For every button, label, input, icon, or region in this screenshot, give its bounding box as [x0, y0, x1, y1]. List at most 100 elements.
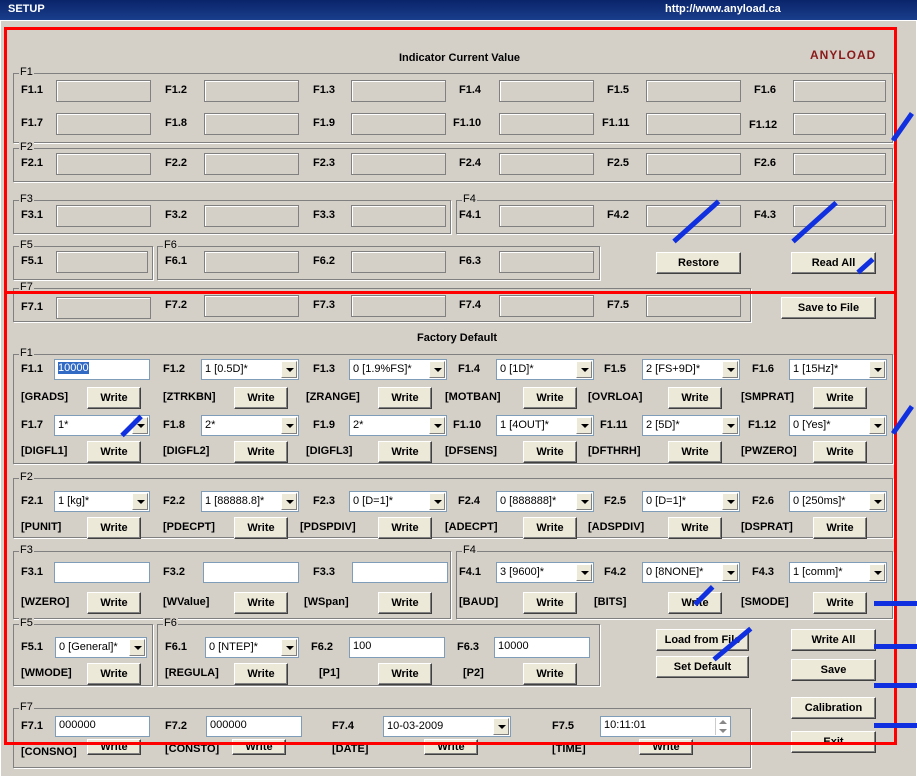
write-f4-2-button[interactable]: Write: [668, 592, 722, 614]
factory-f7-2-input[interactable]: 000000: [206, 716, 302, 737]
write-f1-3-button[interactable]: Write: [378, 387, 432, 409]
save-button[interactable]: Save: [791, 659, 876, 681]
chevron-down-icon[interactable]: [281, 639, 297, 656]
factory-f2-2-select[interactable]: 1 [88888.8]*: [201, 491, 299, 512]
write-f1-12-button[interactable]: Write: [813, 441, 867, 463]
read-all-button[interactable]: Read All: [791, 252, 876, 274]
chevron-down-icon[interactable]: [576, 493, 592, 510]
write-f1-7-button[interactable]: Write: [87, 441, 141, 463]
chevron-down-icon[interactable]: [722, 564, 738, 581]
chevron-down-icon[interactable]: [129, 639, 145, 656]
chevron-down-icon[interactable]: [869, 564, 885, 581]
factory-f4-3-select[interactable]: 1 [comm]*: [789, 562, 887, 583]
factory-f4-2-select[interactable]: 0 [8NONE]*: [642, 562, 740, 583]
chevron-down-icon[interactable]: [281, 361, 297, 378]
factory-f1-12-value: 0 [Yes]*: [793, 419, 831, 431]
chevron-down-icon[interactable]: [722, 493, 738, 510]
write-f5-1-button[interactable]: Write: [87, 663, 141, 685]
write-f2-1-button[interactable]: Write: [87, 517, 141, 539]
factory-f1-9-select[interactable]: 2*: [349, 415, 447, 436]
load-from-file-button[interactable]: Load from File: [656, 629, 749, 651]
factory-f5-1-select[interactable]: 0 [General]*: [55, 637, 147, 658]
factory-f1-11-select[interactable]: 2 [5D]*: [642, 415, 740, 436]
factory-f2-5-select[interactable]: 0 [D=1]*: [642, 491, 740, 512]
factory-f1-5-select[interactable]: 2 [FS+9D]*: [642, 359, 740, 380]
factory-f1-7-select[interactable]: 1*: [54, 415, 150, 436]
factory-f1-10-select[interactable]: 1 [4OUT]*: [496, 415, 594, 436]
chevron-down-icon[interactable]: [576, 417, 592, 434]
write-f1-8-button[interactable]: Write: [234, 441, 288, 463]
write-f3-3-button[interactable]: Write: [378, 592, 432, 614]
write-f1-6-button[interactable]: Write: [813, 387, 867, 409]
write-f6-3-button[interactable]: Write: [523, 663, 577, 685]
restore-button[interactable]: Restore: [656, 252, 741, 274]
chevron-down-icon[interactable]: [869, 493, 885, 510]
chevron-down-icon[interactable]: [869, 417, 885, 434]
set-default-button[interactable]: Set Default: [656, 656, 749, 678]
exit-button[interactable]: Exit: [791, 731, 876, 753]
write-f2-5-button[interactable]: Write: [668, 517, 722, 539]
factory-f7-4-date-picker[interactable]: 10-03-2009: [383, 716, 511, 737]
chevron-down-icon[interactable]: [493, 718, 509, 735]
factory-f3-1-input[interactable]: [54, 562, 150, 583]
chevron-down-icon[interactable]: [576, 564, 592, 581]
factory-f3-2-input[interactable]: [203, 562, 299, 583]
write-f1-10-button[interactable]: Write: [523, 441, 577, 463]
factory-f1-3-select[interactable]: 0 [1.9%FS]*: [349, 359, 447, 380]
write-f7-1-button[interactable]: Write: [87, 739, 141, 755]
factory-f2-1-label: F2.1: [21, 495, 44, 507]
factory-f6-2-input[interactable]: 100: [349, 637, 445, 658]
write-f4-3-button[interactable]: Write: [813, 592, 867, 614]
write-f7-2-button[interactable]: Write: [232, 739, 286, 755]
write-f7-4-button[interactable]: Write: [424, 739, 478, 755]
factory-f1-8-select[interactable]: 2*: [201, 415, 299, 436]
factory-f3-3-input[interactable]: [352, 562, 448, 583]
chevron-down-icon[interactable]: [132, 493, 148, 510]
factory-f1-1-input[interactable]: 10000: [54, 359, 150, 380]
chevron-down-icon[interactable]: [281, 493, 297, 510]
chevron-down-icon[interactable]: [869, 361, 885, 378]
write-f2-6-button[interactable]: Write: [813, 517, 867, 539]
factory-f7-5-time-picker[interactable]: 10:11:01: [600, 716, 731, 737]
write-f2-2-button[interactable]: Write: [234, 517, 288, 539]
factory-f4-1-select[interactable]: 3 [9600]*: [496, 562, 594, 583]
write-f1-2-button[interactable]: Write: [234, 387, 288, 409]
factory-f6-3-input[interactable]: 10000: [494, 637, 590, 658]
factory-f1-6-value: 1 [15Hz]*: [793, 363, 839, 375]
save-to-file-button[interactable]: Save to File: [781, 297, 876, 319]
chevron-down-icon[interactable]: [722, 417, 738, 434]
chevron-down-icon[interactable]: [576, 361, 592, 378]
factory-f2-4-select[interactable]: 0 [888888]*: [496, 491, 594, 512]
write-f6-1-button[interactable]: Write: [234, 663, 288, 685]
write-f7-5-button[interactable]: Write: [639, 739, 693, 755]
factory-f2-6-select[interactable]: 0 [250ms]*: [789, 491, 887, 512]
write-f6-2-button[interactable]: Write: [378, 663, 432, 685]
write-f1-11-button[interactable]: Write: [668, 441, 722, 463]
write-f2-4-button[interactable]: Write: [523, 517, 577, 539]
write-f3-2-button[interactable]: Write: [234, 592, 288, 614]
chevron-down-icon[interactable]: [281, 417, 297, 434]
chevron-down-icon[interactable]: [722, 361, 738, 378]
factory-f2-1-select[interactable]: 1 [kg]*: [54, 491, 150, 512]
factory-f1-12-select[interactable]: 0 [Yes]*: [789, 415, 887, 436]
factory-f6-1-select[interactable]: 0 [NTEP]*: [205, 637, 299, 658]
chevron-down-icon[interactable]: [429, 417, 445, 434]
factory-f2-3-select[interactable]: 0 [D=1]*: [349, 491, 447, 512]
chevron-down-icon[interactable]: [429, 361, 445, 378]
write-f4-1-button[interactable]: Write: [523, 592, 577, 614]
factory-f1-6-select[interactable]: 1 [15Hz]*: [789, 359, 887, 380]
calibration-button[interactable]: Calibration: [791, 697, 876, 719]
spinner-icon[interactable]: [715, 718, 729, 735]
write-f1-5-button[interactable]: Write: [668, 387, 722, 409]
write-f1-4-button[interactable]: Write: [523, 387, 577, 409]
factory-f1-4-select[interactable]: 0 [1D]*: [496, 359, 594, 380]
chevron-down-icon[interactable]: [429, 493, 445, 510]
write-f1-9-button[interactable]: Write: [378, 441, 432, 463]
chevron-down-icon[interactable]: [132, 417, 148, 434]
factory-f7-1-input[interactable]: 000000: [55, 716, 150, 737]
write-f3-1-button[interactable]: Write: [87, 592, 141, 614]
write-f1-1-button[interactable]: Write: [87, 387, 141, 409]
factory-f1-2-select[interactable]: 1 [0.5D]*: [201, 359, 299, 380]
write-f2-3-button[interactable]: Write: [378, 517, 432, 539]
write-all-button[interactable]: Write All: [791, 629, 876, 651]
